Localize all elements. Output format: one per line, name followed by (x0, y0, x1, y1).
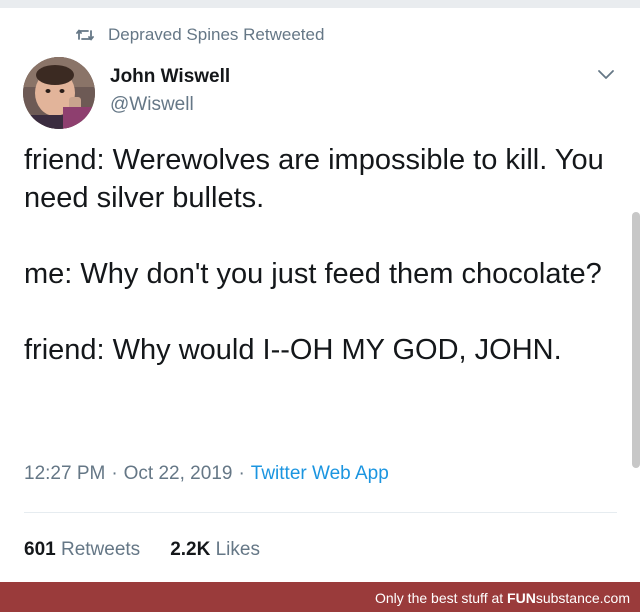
chevron-down-icon[interactable] (596, 66, 616, 82)
likes-label: Likes (215, 539, 260, 560)
tweet-metadata: 12:27 PM · Oct 22, 2019 · Twitter Web Ap… (24, 463, 389, 485)
watermark-brand-bold: FUN (507, 590, 536, 606)
avatar[interactable] (23, 57, 95, 129)
watermark-suffix: .com (599, 590, 630, 606)
stats-divider (24, 512, 617, 513)
tweet-stats: 601 Retweets 2.2K Likes (24, 539, 260, 561)
retweeted-by-text: Depraved Spines Retweeted (108, 25, 325, 44)
tweet-paragraph: friend: Werewolves are impossible to kil… (24, 144, 604, 214)
tweet-text: friend: Werewolves are impossible to kil… (24, 141, 624, 369)
likes-stat[interactable]: 2.2K Likes (170, 539, 260, 561)
watermark-text: Only the best stuff at FUNsubstance.com (375, 590, 630, 606)
tweet-paragraph: friend: Why would I--OH MY GOD, JOHN. (24, 334, 562, 366)
tweet-time[interactable]: 12:27 PM (24, 463, 105, 485)
likes-count: 2.2K (170, 539, 211, 560)
retweet-icon (76, 27, 94, 43)
watermark-prefix: Only the best stuff at (375, 590, 508, 606)
retweet-context[interactable]: Depraved Spines Retweeted (76, 24, 324, 46)
author-handle[interactable]: @Wiswell (110, 94, 194, 116)
scrollbar[interactable] (632, 212, 640, 468)
tweet-date[interactable]: Oct 22, 2019 (124, 463, 233, 485)
top-divider (0, 0, 640, 8)
tweet-paragraph: me: Why don't you just feed them chocola… (24, 258, 602, 290)
retweets-label: Retweets (60, 539, 141, 560)
author-name[interactable]: John Wiswell (110, 66, 230, 88)
retweets-count: 601 (24, 539, 56, 560)
meta-separator: · (238, 463, 245, 484)
watermark-bar: Only the best stuff at FUNsubstance.com (0, 582, 640, 612)
tweet-source-link[interactable]: Twitter Web App (251, 463, 389, 485)
watermark-brand-rest: substance (535, 590, 600, 606)
meta-separator: · (111, 463, 118, 484)
retweets-stat[interactable]: 601 Retweets (24, 539, 140, 561)
